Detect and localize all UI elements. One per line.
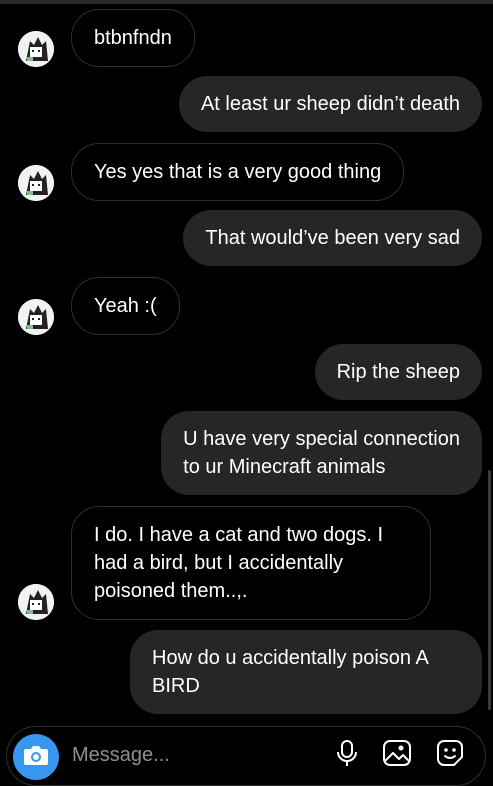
message-bubble-sent[interactable]: Rip the sheep bbox=[314, 344, 482, 400]
microphone-button[interactable] bbox=[332, 738, 362, 768]
message-bubble-sent[interactable]: How do u accidentally poison A BIRD bbox=[130, 630, 482, 714]
contact-avatar[interactable] bbox=[18, 31, 54, 67]
microphone-icon bbox=[337, 740, 357, 766]
contact-avatar[interactable] bbox=[18, 299, 54, 335]
scrollbar[interactable] bbox=[488, 470, 491, 710]
image-gallery-icon bbox=[383, 740, 411, 766]
sticker-icon bbox=[437, 740, 463, 766]
message-bubble-received[interactable]: btbnfndn bbox=[71, 9, 195, 67]
contact-avatar[interactable] bbox=[18, 584, 54, 620]
message-bubble-sent[interactable]: At least ur sheep didn’t death bbox=[178, 76, 482, 132]
message-bubble-received[interactable]: Yeah :( bbox=[71, 277, 180, 335]
contact-avatar[interactable] bbox=[18, 165, 54, 201]
camera-button[interactable] bbox=[13, 734, 59, 780]
message-bubble-sent[interactable]: U have very special connection to ur Min… bbox=[161, 411, 482, 495]
gallery-button[interactable] bbox=[382, 738, 412, 768]
message-bubble-sent[interactable]: That would’ve been very sad bbox=[183, 210, 482, 266]
message-bubble-received[interactable]: Yes yes that is a very good thing bbox=[71, 143, 405, 201]
message-input[interactable] bbox=[72, 742, 312, 768]
top-divider bbox=[0, 0, 493, 4]
sticker-button[interactable] bbox=[435, 738, 465, 768]
message-bubble-received[interactable]: I do. I have a cat and two dogs. I had a… bbox=[71, 506, 431, 620]
